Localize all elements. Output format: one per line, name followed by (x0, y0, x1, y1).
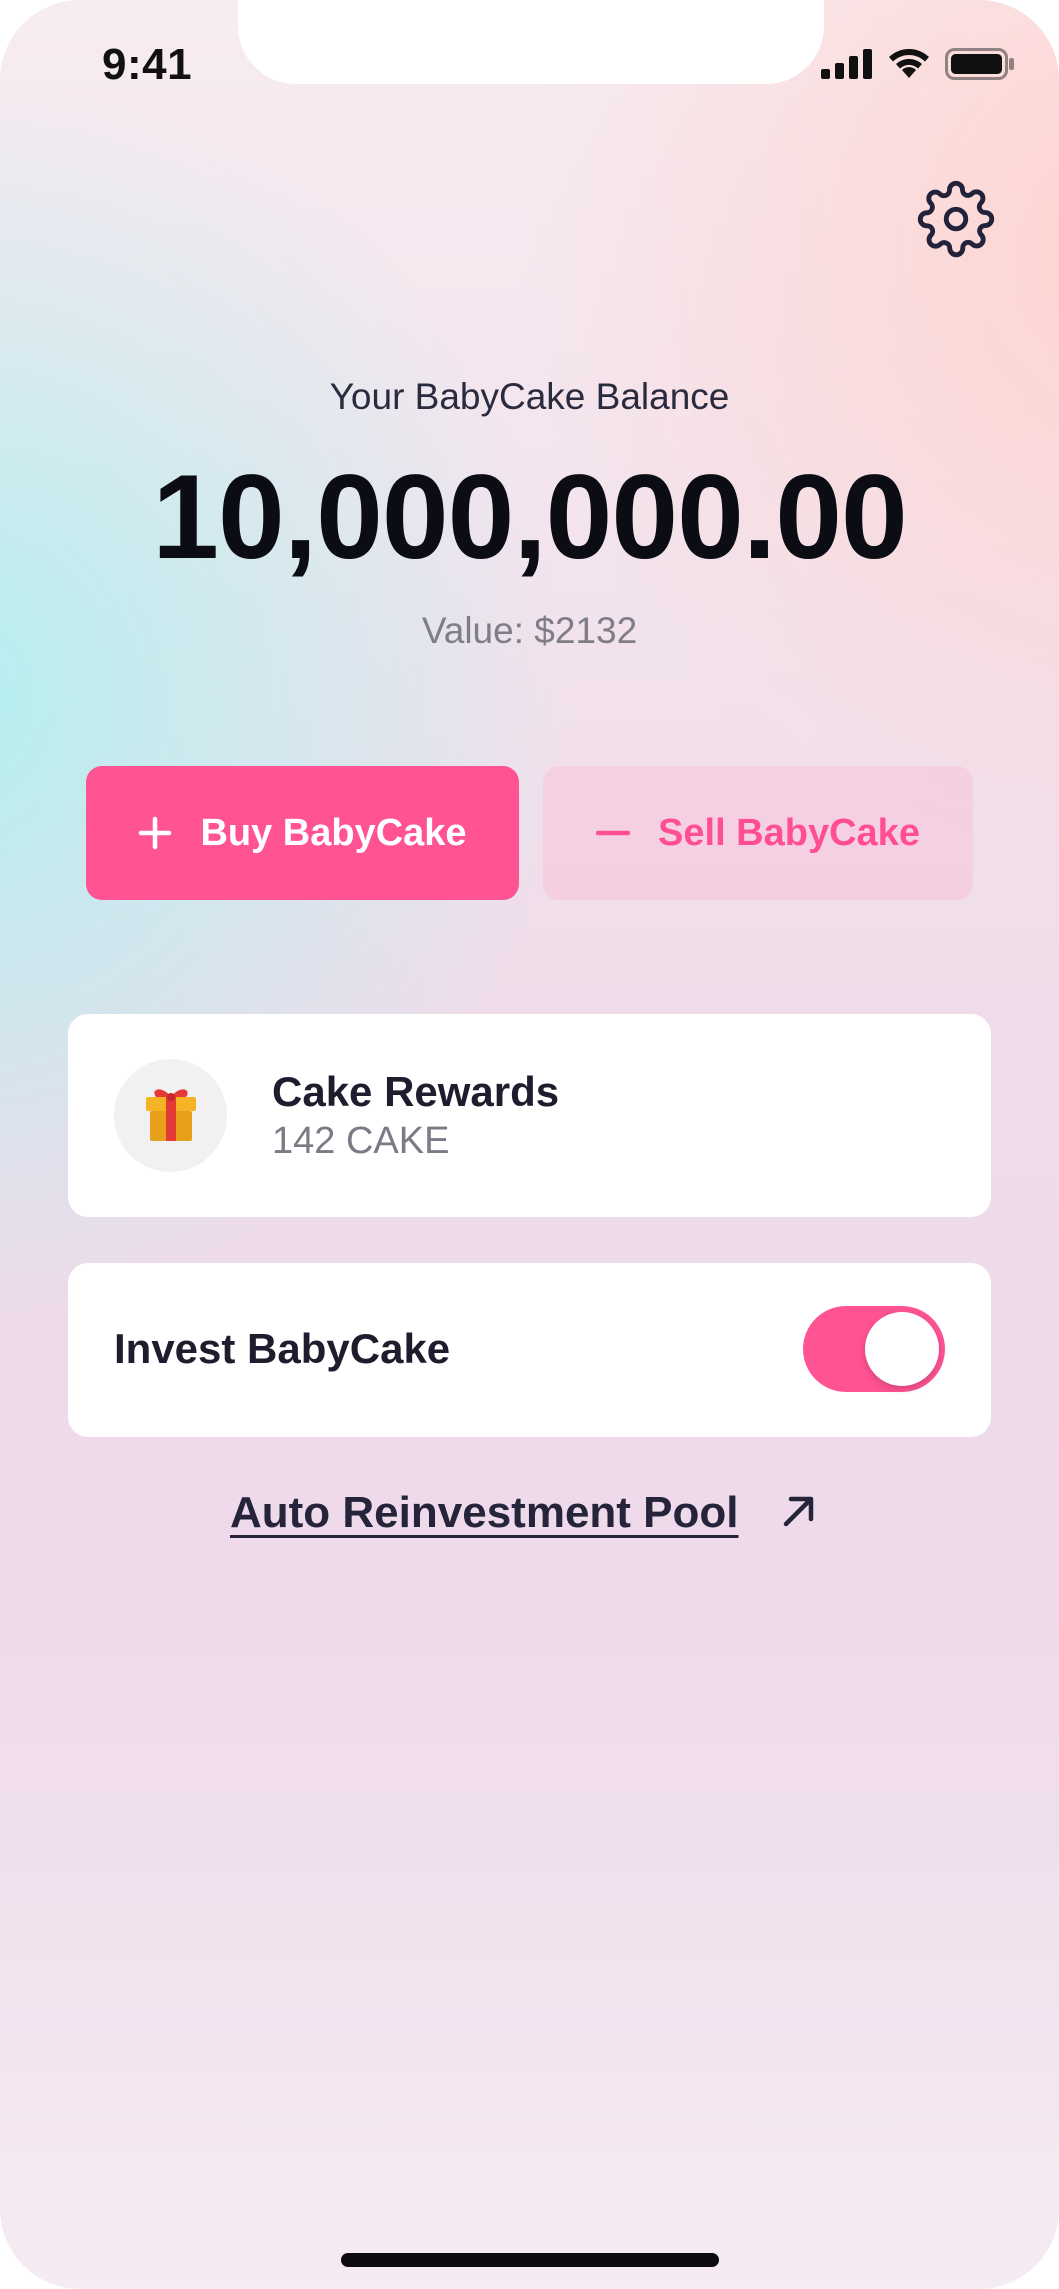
reward-icon-container (114, 1059, 227, 1172)
auto-reinvestment-pool-link[interactable]: Auto Reinvestment Pool (230, 1488, 819, 1538)
minus-icon (595, 808, 631, 858)
buy-button-label: Buy BabyCake (200, 811, 467, 854)
arrow-up-right-icon (779, 1491, 819, 1536)
status-icons (821, 48, 1015, 85)
sell-button[interactable]: Sell BabyCake (543, 766, 973, 900)
app-screen: 9:41 Your BabyCake Balance 10,000,000.00… (0, 0, 1059, 2289)
balance-value: Value: $2132 (421, 610, 638, 651)
wifi-icon (887, 48, 931, 85)
gift-icon (140, 1083, 202, 1150)
balance-label: Your BabyCake Balance (329, 376, 730, 417)
device-notch (238, 0, 824, 84)
toggle-knob (865, 1312, 939, 1386)
buy-button[interactable]: Buy BabyCake (86, 766, 519, 900)
cellular-signal-icon (821, 49, 873, 84)
cake-rewards-card[interactable]: Cake Rewards 142 CAKE (68, 1014, 991, 1217)
rewards-amount: 142 CAKE (272, 1120, 450, 1162)
pool-link-label: Auto Reinvestment Pool (230, 1488, 739, 1537)
rewards-title: Cake Rewards (272, 1068, 560, 1115)
balance-amount: 10,000,000.00 (152, 450, 907, 584)
status-time: 9:41 (102, 40, 193, 89)
settings-button[interactable] (915, 180, 997, 262)
invest-label: Invest BabyCake (114, 1325, 451, 1372)
sell-button-label: Sell BabyCake (658, 811, 920, 854)
battery-icon (945, 48, 1015, 85)
plus-icon (138, 808, 172, 858)
home-indicator[interactable] (341, 2253, 719, 2267)
gear-icon (917, 180, 995, 263)
invest-toggle[interactable] (803, 1306, 945, 1392)
invest-card: Invest BabyCake (68, 1263, 991, 1437)
